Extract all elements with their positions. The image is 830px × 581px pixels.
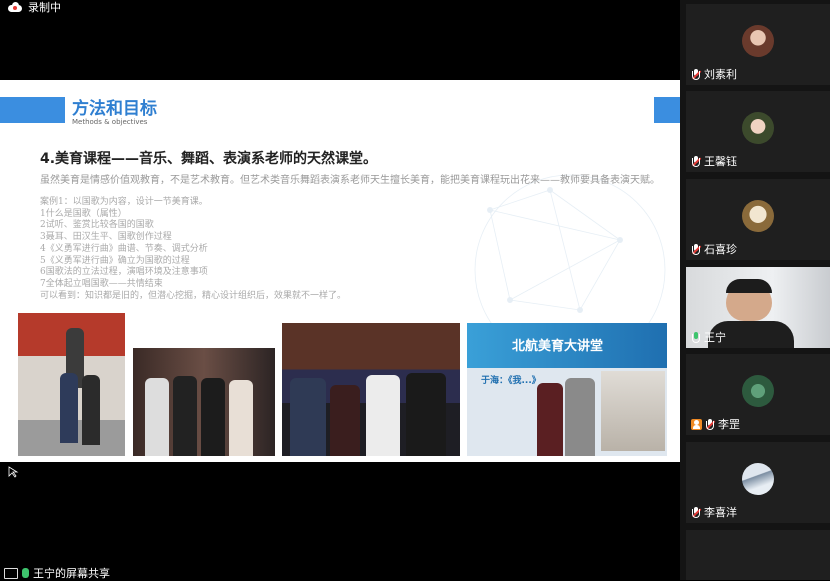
- case-line: 6国歌法的立法过程，演唱环境及注意事项: [40, 267, 208, 278]
- participant-tile[interactable]: 王馨钰: [686, 91, 830, 172]
- mic-muted-icon[interactable]: [705, 418, 715, 430]
- case-line: 2试听、鉴赏比较各国的国歌: [40, 220, 154, 231]
- mic-muted-icon[interactable]: [691, 155, 701, 167]
- banner-caption: 于海：《我...》: [481, 376, 541, 386]
- case-line: 1什么是国歌（属性）: [40, 208, 127, 219]
- mic-muted-icon[interactable]: [691, 68, 701, 80]
- case-line: 3聂耳、田汉生平、国歌创作过程: [40, 232, 172, 243]
- photo-lecture-banner: 北航美育大讲堂 于海：《我...》: [467, 323, 667, 456]
- participant-name: 李罡: [718, 418, 740, 431]
- case-line: 4《义勇军进行曲》曲谱、节奏、调式分析: [40, 243, 208, 254]
- screen-share-indicator[interactable]: 王宁的屏幕共享: [4, 565, 110, 581]
- slide-title: 方法和目标: [72, 99, 157, 119]
- participant-tile[interactable]: 李喜洋: [686, 442, 830, 523]
- screen-share-label: 王宁的屏幕共享: [33, 567, 110, 580]
- case-line: 可以看到：知识都是旧的，但潜心挖掘，精心设计组织后，效果就不一样了。: [40, 290, 347, 301]
- case-line: 案例1：以国歌为内容，设计一节美育课。: [40, 197, 208, 207]
- mic-active-icon: [22, 568, 29, 578]
- mic-on-icon[interactable]: [691, 331, 701, 343]
- photo-group-two: [133, 348, 275, 456]
- participant-tile[interactable]: 李罡: [686, 354, 830, 435]
- participant-tile[interactable]: 石喜珍: [686, 179, 830, 260]
- slide-subtitle: Methods & objectives: [72, 118, 148, 126]
- case-list: 案例1：以国歌为内容，设计一节美育课。 1什么是国歌（属性） 2试听、鉴赏比较各…: [40, 197, 346, 302]
- avatar: [742, 463, 774, 495]
- banner-title: 北航美育大讲堂: [512, 339, 604, 354]
- avatar: [742, 25, 774, 57]
- avatar: [742, 200, 774, 232]
- photo-statue: [18, 313, 125, 456]
- avatar: [742, 375, 774, 407]
- mic-muted-icon[interactable]: [691, 243, 701, 255]
- participant-tile[interactable]: 刘素利: [686, 4, 830, 85]
- case-line: 5《义勇军进行曲》确立为国歌的过程: [40, 255, 190, 266]
- participant-name: 王宁: [704, 331, 726, 344]
- screen-share-icon: [4, 567, 18, 579]
- participant-name: 刘素利: [704, 68, 737, 81]
- mouse-cursor-icon: [8, 466, 19, 478]
- mic-muted-icon[interactable]: [691, 506, 701, 518]
- avatar: [742, 112, 774, 144]
- slide-heading: 4.美育课程——音乐、舞蹈、表演系老师的天然课堂。: [40, 151, 378, 167]
- recording-indicator[interactable]: 录制中: [8, 0, 61, 14]
- participant-name: 王馨钰: [704, 155, 737, 168]
- slide-title-bar-right: [654, 97, 680, 123]
- participant-tile-speaking[interactable]: 王宁: [686, 267, 830, 348]
- participant-tile-partial[interactable]: [686, 530, 830, 580]
- shared-slide: 方法和目标 Methods & objectives 4.美育课程——音乐、舞蹈…: [0, 80, 680, 462]
- case-line: 7全体起立唱国歌——共情结束: [40, 278, 163, 289]
- cloud-record-icon: [8, 2, 22, 12]
- participant-name: 石喜珍: [704, 243, 737, 256]
- slide-title-bar-left: [0, 97, 65, 123]
- recording-label: 录制中: [28, 1, 61, 14]
- photo-group-three: [282, 323, 460, 456]
- participant-name: 李喜洋: [704, 506, 737, 519]
- host-user-icon: [691, 418, 702, 430]
- slide-intro: 虽然美育是情感价值观教育，不是艺术教育。但艺术类音乐舞蹈表演系老师天生擅长美育，…: [40, 175, 660, 186]
- participant-panel: 刘素利 王馨钰 石喜珍 王宁 李罡 李喜洋: [680, 0, 830, 580]
